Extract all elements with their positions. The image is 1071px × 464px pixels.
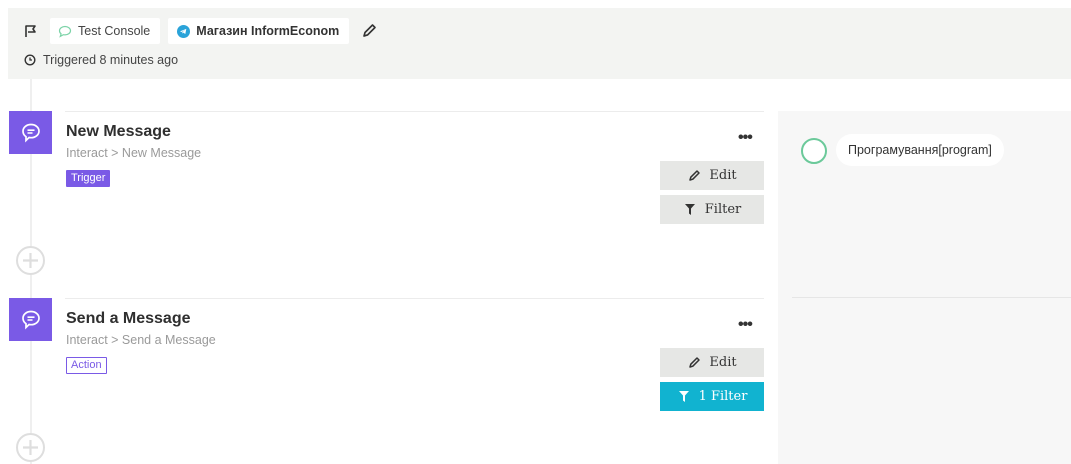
filter-button-active[interactable]: 1 Filter: [660, 382, 764, 411]
step-breadcrumb: Interact > Send a Message: [66, 333, 216, 347]
status-circle-icon: [801, 138, 827, 164]
channel-label: Магазин InformEconom: [196, 24, 340, 38]
step-title: New Message: [66, 123, 171, 140]
pencil-icon: [687, 356, 701, 370]
action-tag: Action: [66, 357, 107, 374]
step-breadcrumb: Interact > New Message: [66, 146, 202, 160]
filter-label: 1 Filter: [698, 389, 748, 404]
more-options-button[interactable]: •••: [738, 317, 753, 333]
flag-icon[interactable]: [20, 20, 42, 42]
channel-chip[interactable]: Магазин InformEconom: [168, 18, 350, 44]
funnel-icon: [683, 203, 697, 217]
funnel-icon: [677, 390, 691, 404]
filter-button[interactable]: Filter: [660, 195, 764, 224]
pencil-icon: [687, 169, 701, 183]
chat-bubble-icon[interactable]: [9, 298, 52, 341]
header-toolbar: Test Console Магазин InformEconom: [20, 18, 379, 44]
pencil-icon[interactable]: [359, 21, 379, 41]
chat-bubble-icon[interactable]: [9, 111, 52, 154]
more-options-button[interactable]: •••: [738, 130, 753, 146]
test-console-label: Test Console: [78, 24, 151, 38]
plus-circle-icon[interactable]: [15, 432, 46, 463]
result-divider: [792, 297, 1071, 298]
test-console-chip[interactable]: Test Console: [50, 18, 161, 44]
test-header: Test Console Магазин InformEconom Trigge…: [8, 8, 1071, 79]
step-divider: [65, 298, 764, 299]
step-title: Send a Message: [66, 310, 191, 327]
edit-button[interactable]: Edit: [660, 348, 764, 377]
edit-button[interactable]: Edit: [660, 161, 764, 190]
trigger-time-row: Triggered 8 minutes ago: [24, 53, 178, 67]
speech-bubble-icon: [58, 24, 72, 38]
edit-label: Edit: [709, 168, 737, 183]
clock-icon: [24, 54, 36, 66]
filter-label: Filter: [704, 202, 742, 217]
trigger-tag: Trigger: [66, 170, 111, 187]
step-divider: [65, 111, 764, 112]
plus-circle-icon[interactable]: [15, 245, 46, 276]
telegram-icon: [176, 24, 190, 38]
edit-label: Edit: [709, 355, 737, 370]
variable-chip[interactable]: Програмування[program]: [836, 134, 1004, 166]
triggered-time: Triggered 8 minutes ago: [43, 53, 179, 67]
